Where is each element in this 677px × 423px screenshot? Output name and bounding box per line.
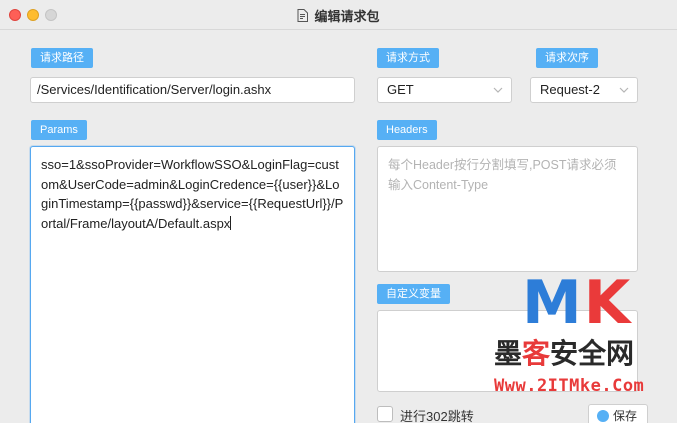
request-order-value: Request-2	[540, 82, 600, 97]
request-path-input[interactable]: /Services/Identification/Server/login.as…	[30, 77, 355, 103]
text-caret	[230, 215, 232, 230]
form-area: 请求路径 /Services/Identification/Server/log…	[0, 30, 677, 423]
request-method-value: GET	[387, 82, 414, 97]
params-textarea[interactable]: sso=1&ssoProvider=WorkflowSSO&LoginFlag=…	[30, 146, 355, 423]
follow-302-label[interactable]: 进行302跳转	[400, 406, 474, 423]
chevron-down-icon	[619, 87, 629, 93]
request-order-select[interactable]: Request-2	[530, 77, 638, 103]
headers-placeholder: 每个Header按行分割填写,POST请求必须输入Content-Type	[388, 158, 617, 192]
document-icon	[297, 8, 309, 22]
window-title-group: 编辑请求包	[0, 0, 677, 30]
params-label: Params	[31, 120, 87, 140]
save-button-label: 保存	[613, 409, 638, 423]
custom-vars-textarea[interactable]	[377, 310, 638, 392]
request-method-select[interactable]: GET	[377, 77, 512, 103]
custom-vars-label: 自定义变量	[377, 284, 450, 304]
follow-302-checkbox[interactable]	[377, 406, 393, 422]
headers-textarea[interactable]: 每个Header按行分割填写,POST请求必须输入Content-Type	[377, 146, 638, 272]
request-order-label: 请求次序	[536, 48, 598, 68]
request-path-value: /Services/Identification/Server/login.as…	[37, 82, 272, 97]
params-value: sso=1&ssoProvider=WorkflowSSO&LoginFlag=…	[41, 157, 344, 231]
save-icon	[597, 410, 609, 422]
edit-request-window: 编辑请求包 请求路径 /Services/Identification/Serv…	[0, 0, 677, 423]
window-title: 编辑请求包	[314, 8, 380, 24]
chevron-down-icon	[493, 87, 503, 93]
save-button[interactable]: 保存	[588, 404, 649, 423]
request-path-label: 请求路径	[31, 48, 93, 68]
headers-label: Headers	[377, 120, 437, 140]
title-bar[interactable]: 编辑请求包	[0, 0, 677, 30]
request-method-label: 请求方式	[377, 48, 439, 68]
